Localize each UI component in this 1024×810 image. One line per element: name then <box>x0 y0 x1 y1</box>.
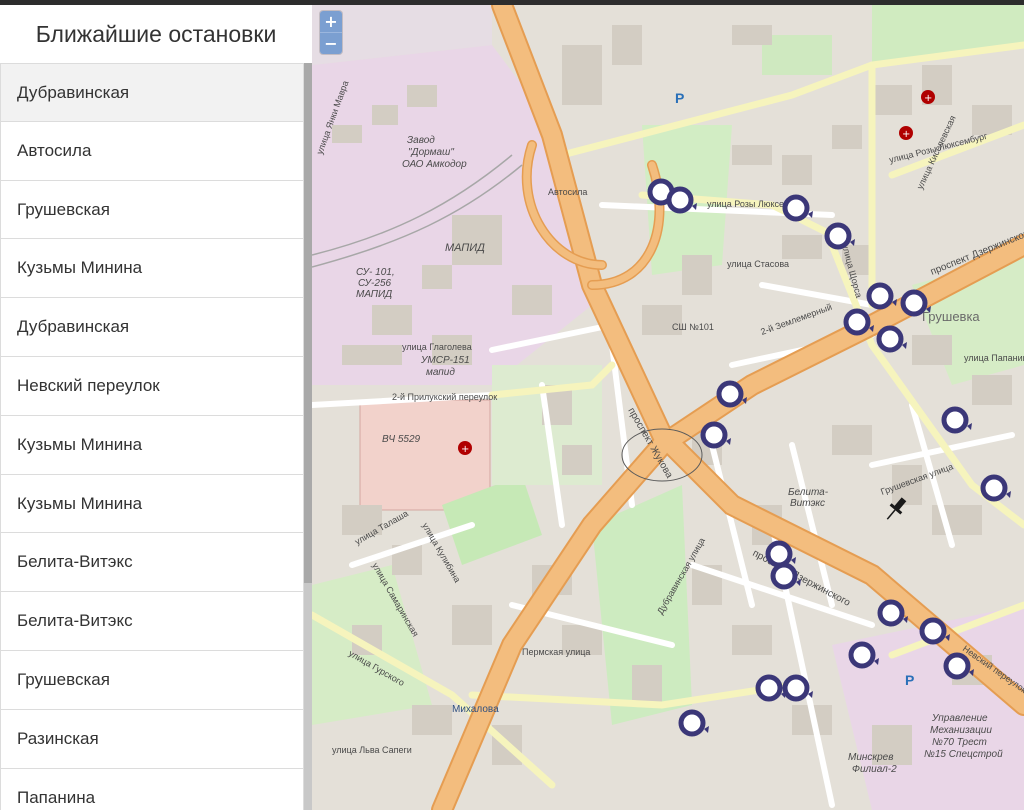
map-label: улица Папанина <box>964 353 1024 363</box>
stop-item[interactable]: Дубравинская <box>0 63 304 122</box>
map-label: СУ-256 <box>358 278 392 289</box>
stop-item[interactable]: Разинская <box>0 709 304 769</box>
map-label: мапид <box>426 367 455 378</box>
map-label: ВЧ 5529 <box>382 434 421 445</box>
map-label: Пермская улица <box>522 647 590 657</box>
stop-item[interactable]: Белита-Витэкс <box>0 592 304 651</box>
stop-item[interactable]: Дубравинская <box>0 298 304 357</box>
map-label: Белита- <box>788 487 829 498</box>
svg-text:+: + <box>902 129 910 140</box>
stop-item[interactable]: Кузьмы Минина <box>0 239 304 299</box>
stop-item[interactable]: Белита-Витэкс <box>0 533 304 593</box>
map-label: Механизации <box>930 725 992 736</box>
map-label: Минскрев <box>848 752 893 763</box>
military-area <box>359 399 491 511</box>
map-label: Филиал-2 <box>852 764 897 775</box>
hospital-icon: + <box>921 90 935 104</box>
map-label: СШ №101 <box>672 322 714 332</box>
map-label: Михалова <box>452 704 499 715</box>
map-label: МАПИД <box>445 242 485 254</box>
map-label: "Дормаш" <box>408 147 454 158</box>
stop-item[interactable]: Кузьмы Минина <box>0 474 304 534</box>
stop-list: Дубравинская Автосила Грушевская Кузьмы … <box>0 63 304 810</box>
map-label: СУ- 101, <box>356 267 395 278</box>
svg-text:+: + <box>924 93 932 104</box>
sidebar-scrollbar[interactable] <box>304 63 312 810</box>
zoom-in-button[interactable]: + <box>320 11 342 32</box>
map-label: Завод <box>407 135 435 146</box>
stop-item[interactable]: Кузьмы Минина <box>0 415 304 475</box>
stop-item[interactable]: Грушевская <box>0 650 304 710</box>
park <box>762 35 832 75</box>
map-label: МАПИД <box>356 289 392 300</box>
map-label: УМСР-151 <box>420 355 470 366</box>
stop-item[interactable]: Папанина <box>0 768 304 810</box>
hospital-icon: + <box>458 441 472 455</box>
map-label: ОАО Амкодор <box>402 159 467 170</box>
stop-item[interactable]: Автосила <box>0 121 304 181</box>
sidebar-title: Ближайшие остановки <box>35 21 277 47</box>
map-label: Грушевка <box>922 309 980 324</box>
map-label: улица Стасова <box>727 259 789 269</box>
map-view[interactable]: Завод "Дормаш" ОАО Амкодор МАПИД СУ- 101… <box>312 5 1024 810</box>
map-label: Витэкс <box>790 498 825 509</box>
map-label: 2-й Прилукский переулок <box>392 392 497 402</box>
scrollbar-thumb[interactable] <box>304 63 312 583</box>
stop-item[interactable]: Невский переулок <box>0 356 304 416</box>
zoom-out-button[interactable]: − <box>320 32 342 54</box>
nearest-stops-sidebar: Ближайшие остановки Дубравинская Автосил… <box>0 5 312 810</box>
map-label: Управление <box>931 713 988 724</box>
map-label: №70 Трест <box>932 737 987 748</box>
map-label: улица Глаголева <box>402 342 472 352</box>
map-canvas[interactable]: Завод "Дормаш" ОАО Амкодор МАПИД СУ- 101… <box>312 5 1024 810</box>
map-label: №15 Спецстрой <box>924 749 1003 760</box>
hospital-icon: + <box>899 126 913 140</box>
parking-icon: P <box>675 90 684 106</box>
map-label: Автосила <box>548 187 587 197</box>
map-label: улица Льва Сапеги <box>332 745 412 755</box>
svg-text:+: + <box>461 444 469 455</box>
stop-item[interactable]: Грушевская <box>0 180 304 240</box>
parking-icon: P <box>905 672 914 688</box>
zoom-control: + − <box>320 11 342 54</box>
